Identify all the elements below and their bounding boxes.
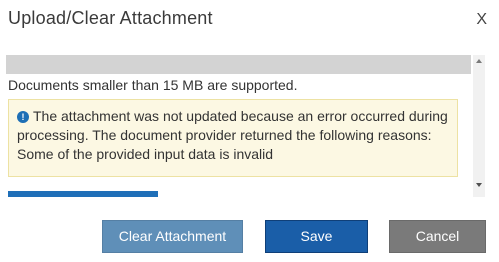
upload-button-partial[interactable]: [8, 191, 158, 197]
file-size-note: Documents smaller than 15 MB are support…: [8, 77, 298, 93]
vertical-scrollbar[interactable]: [473, 55, 485, 197]
scroll-up-arrow-icon[interactable]: [476, 59, 482, 63]
clear-attachment-button[interactable]: Clear Attachment: [102, 220, 243, 253]
close-icon[interactable]: X: [476, 11, 487, 29]
save-button[interactable]: Save: [265, 220, 368, 253]
upload-field-bar: [6, 55, 471, 74]
alert-message: The attachment was not updated because a…: [17, 108, 448, 162]
warning-alert: ! The attachment was not updated because …: [8, 99, 458, 177]
cancel-button[interactable]: Cancel: [389, 220, 486, 253]
info-icon: !: [17, 111, 29, 123]
dialog-title: Upload/Clear Attachment: [8, 8, 213, 28]
upload-clear-attachment-dialog: Upload/Clear Attachment X Documents smal…: [0, 0, 499, 262]
dialog-content-scroll-area[interactable]: Documents smaller than 15 MB are support…: [6, 55, 485, 197]
scroll-down-arrow-icon[interactable]: [476, 183, 482, 187]
